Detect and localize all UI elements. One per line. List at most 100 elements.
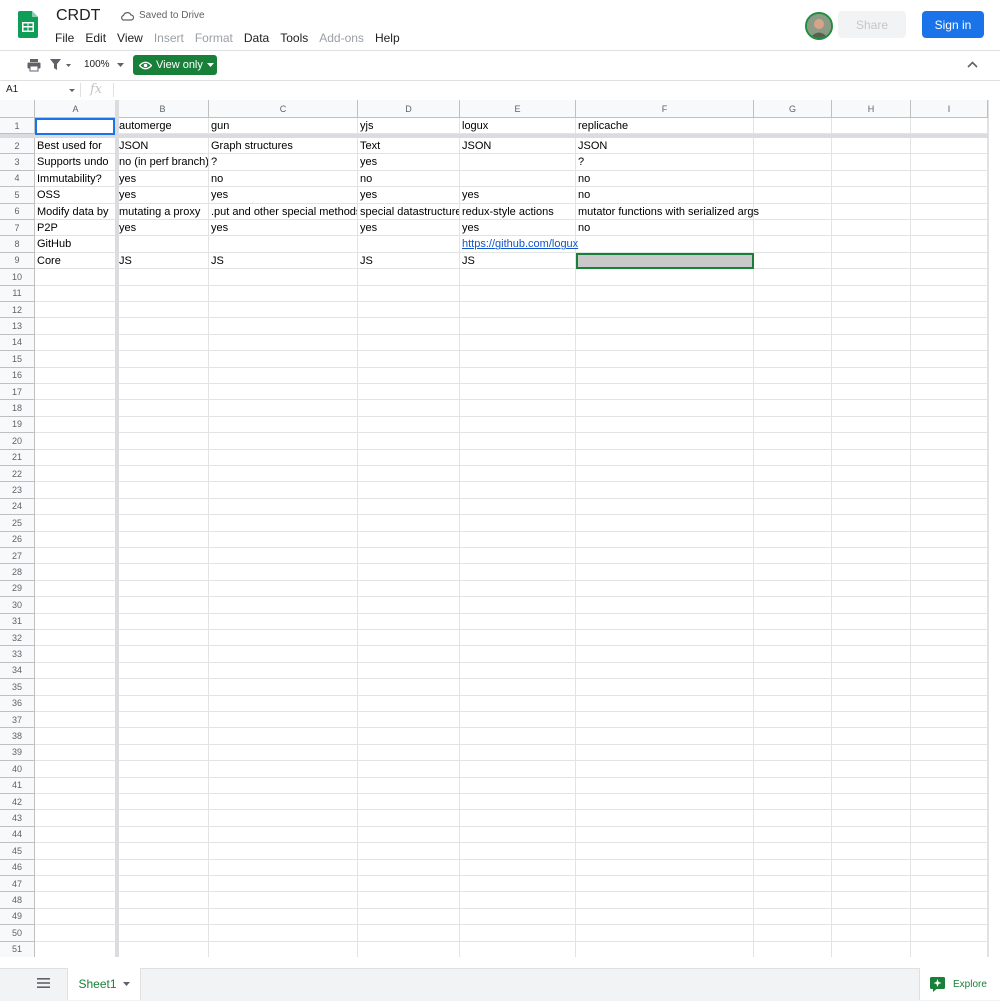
cell-b8[interactable] [117,236,209,253]
cell-b32[interactable] [117,630,209,647]
cell-a41[interactable] [35,777,117,794]
row-header[interactable]: 45 [0,843,35,860]
cell-i24[interactable] [911,498,988,516]
row-header[interactable]: 15 [0,351,35,368]
cell-d35[interactable] [358,679,460,696]
sheet-tab-dropdown-icon[interactable] [122,982,130,986]
cell-c20[interactable] [209,433,358,450]
cell-i43[interactable] [911,810,988,827]
cell-h2[interactable] [832,138,911,155]
cell-i15[interactable] [911,351,988,368]
cell-d39[interactable] [358,744,460,762]
cell-e34[interactable] [460,662,576,680]
cell-d50[interactable] [358,925,460,942]
cell-h18[interactable] [832,400,911,417]
cell-d27[interactable] [358,548,460,565]
cell-h8[interactable] [832,236,911,253]
row-header[interactable]: 23 [0,482,35,499]
row-header[interactable]: 18 [0,400,35,417]
cell-c8[interactable] [209,236,358,253]
cell-f29[interactable] [576,580,754,598]
row-header[interactable]: 36 [0,695,35,712]
cell-d1[interactable]: yjs [358,118,460,134]
cell-i25[interactable] [911,515,988,532]
cell-h44[interactable] [832,826,911,844]
cell-h27[interactable] [832,548,911,565]
cell-b51[interactable] [117,941,209,957]
cell-g15[interactable] [754,351,832,368]
cell-a17[interactable] [35,384,117,401]
cell-e26[interactable] [460,531,576,548]
cell-h34[interactable] [832,662,911,680]
cell-f6[interactable]: mutator functions with serialized args [576,203,759,220]
cell-d20[interactable] [358,433,460,450]
cell-f48[interactable] [576,892,754,909]
cell-b48[interactable] [117,892,209,909]
cell-a20[interactable] [35,433,117,450]
cell-b9[interactable]: JS [117,252,209,270]
cell-c15[interactable] [209,351,358,368]
cell-a51[interactable] [35,941,117,957]
cell-g28[interactable] [754,564,832,581]
cell-c2[interactable]: Graph structures [209,138,358,155]
cell-e49[interactable] [460,908,576,926]
cell-d12[interactable] [358,302,460,319]
cell-d46[interactable] [358,859,460,876]
cell-e46[interactable] [460,859,576,876]
cell-f18[interactable] [576,400,754,417]
cell-d33[interactable] [358,646,460,663]
cell-i19[interactable] [911,416,988,434]
column-header-g[interactable]: G [754,100,832,118]
cell-i17[interactable] [911,384,988,401]
cell-h35[interactable] [832,679,911,696]
cell-g43[interactable] [754,810,832,827]
cell-e32[interactable] [460,630,576,647]
row-header[interactable]: 26 [0,531,35,548]
cell-g23[interactable] [754,482,832,499]
cell-b20[interactable] [117,433,209,450]
cell-b25[interactable] [117,515,209,532]
cell-e33[interactable] [460,646,576,663]
cell-c22[interactable] [209,466,358,483]
row-header[interactable]: 51 [0,941,35,957]
cell-c31[interactable] [209,613,358,630]
avatar[interactable] [805,12,833,40]
cell-d2[interactable]: Text [358,138,460,155]
cell-f49[interactable] [576,908,754,926]
cell-e1[interactable]: logux [460,118,576,134]
cell-b11[interactable] [117,285,209,302]
cell-b45[interactable] [117,843,209,860]
cell-b44[interactable] [117,826,209,844]
cell-d49[interactable] [358,908,460,926]
cell-c39[interactable] [209,744,358,762]
row-header[interactable]: 43 [0,810,35,827]
cell-h37[interactable] [832,712,911,729]
row-header[interactable]: 9 [0,252,35,270]
cell-e18[interactable] [460,400,576,417]
column-header-c[interactable]: C [209,100,358,118]
cell-f28[interactable] [576,564,754,581]
cell-h31[interactable] [832,613,911,630]
cell-i4[interactable] [911,170,988,188]
vertical-scrollbar[interactable] [988,100,1000,957]
cell-i50[interactable] [911,925,988,942]
row-header[interactable]: 22 [0,466,35,483]
cell-a49[interactable] [35,908,117,926]
cell-d44[interactable] [358,826,460,844]
cell-e40[interactable] [460,761,576,778]
row-header[interactable]: 16 [0,367,35,384]
cell-a27[interactable] [35,548,117,565]
cell-e47[interactable] [460,876,576,893]
cell-h49[interactable] [832,908,911,926]
cell-a35[interactable] [35,679,117,696]
cell-h47[interactable] [832,876,911,893]
cell-d28[interactable] [358,564,460,581]
cell-a26[interactable] [35,531,117,548]
cell-b21[interactable] [117,449,209,466]
cell-h5[interactable] [832,187,911,204]
cell-g42[interactable] [754,794,832,811]
cell-g26[interactable] [754,531,832,548]
cell-b15[interactable] [117,351,209,368]
cell-b36[interactable] [117,695,209,712]
cell-h24[interactable] [832,498,911,516]
